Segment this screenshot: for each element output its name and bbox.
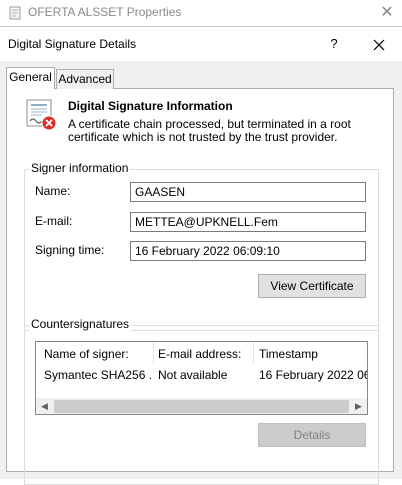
countersignatures-list[interactable]: Name of signer: E-mail address: Timestam… — [35, 341, 368, 415]
help-button[interactable]: ? — [322, 33, 346, 55]
email-field[interactable]: METTEA@UPKNELL.Fem — [130, 212, 366, 232]
view-certificate-button[interactable]: View Certificate — [258, 274, 366, 298]
details-button[interactable]: Details — [258, 423, 366, 447]
column-header-email[interactable]: E-mail address: — [158, 347, 252, 365]
row-timestamp[interactable]: 16 February 2022 06... — [259, 368, 367, 386]
name-field[interactable]: GAASEN — [130, 182, 366, 202]
tab-advanced[interactable]: Advanced — [56, 69, 114, 89]
certificate-error-icon — [26, 99, 57, 131]
countersignatures-legend: Countersignatures — [29, 317, 132, 331]
dialog-titlebar: Digital Signature Details ? — [0, 27, 402, 61]
info-description: A certificate chain processed, but termi… — [68, 117, 351, 144]
row-signer-name[interactable]: Symantec SHA256 ... — [44, 368, 152, 386]
column-separator[interactable] — [253, 342, 254, 364]
column-separator[interactable] — [153, 342, 154, 364]
horizontal-scrollbar[interactable]: ◀ ▶ — [36, 398, 367, 414]
close-icon — [373, 39, 385, 51]
signer-information-legend: Signer information — [29, 161, 131, 175]
document-icon — [9, 6, 21, 20]
background-close-icon[interactable]: ✕ — [376, 2, 398, 24]
background-window-titlebar: OFERTA ALSSET Properties ✕ — [0, 0, 402, 26]
signing-time-field[interactable]: 16 February 2022 06:09:10 — [130, 241, 366, 261]
name-label: Name: — [35, 184, 71, 198]
column-header-name[interactable]: Name of signer: — [44, 347, 156, 365]
close-button[interactable] — [366, 33, 392, 55]
info-title: Digital Signature Information — [68, 99, 233, 113]
scroll-left-icon[interactable]: ◀ — [36, 398, 53, 414]
digital-signature-details-dialog: Digital Signature Details ? General Adva… — [0, 26, 402, 485]
scroll-right-icon[interactable]: ▶ — [350, 398, 367, 414]
background-window-title: OFERTA ALSSET Properties — [28, 5, 182, 19]
dialog-title: Digital Signature Details — [8, 37, 137, 51]
scroll-thumb[interactable] — [54, 400, 349, 413]
signing-time-label: Signing time: — [35, 243, 105, 257]
row-email[interactable]: Not available — [158, 368, 252, 386]
column-header-timestamp[interactable]: Timestamp — [259, 347, 367, 365]
email-label: E-mail: — [35, 214, 73, 228]
tab-general[interactable]: General — [6, 67, 55, 89]
